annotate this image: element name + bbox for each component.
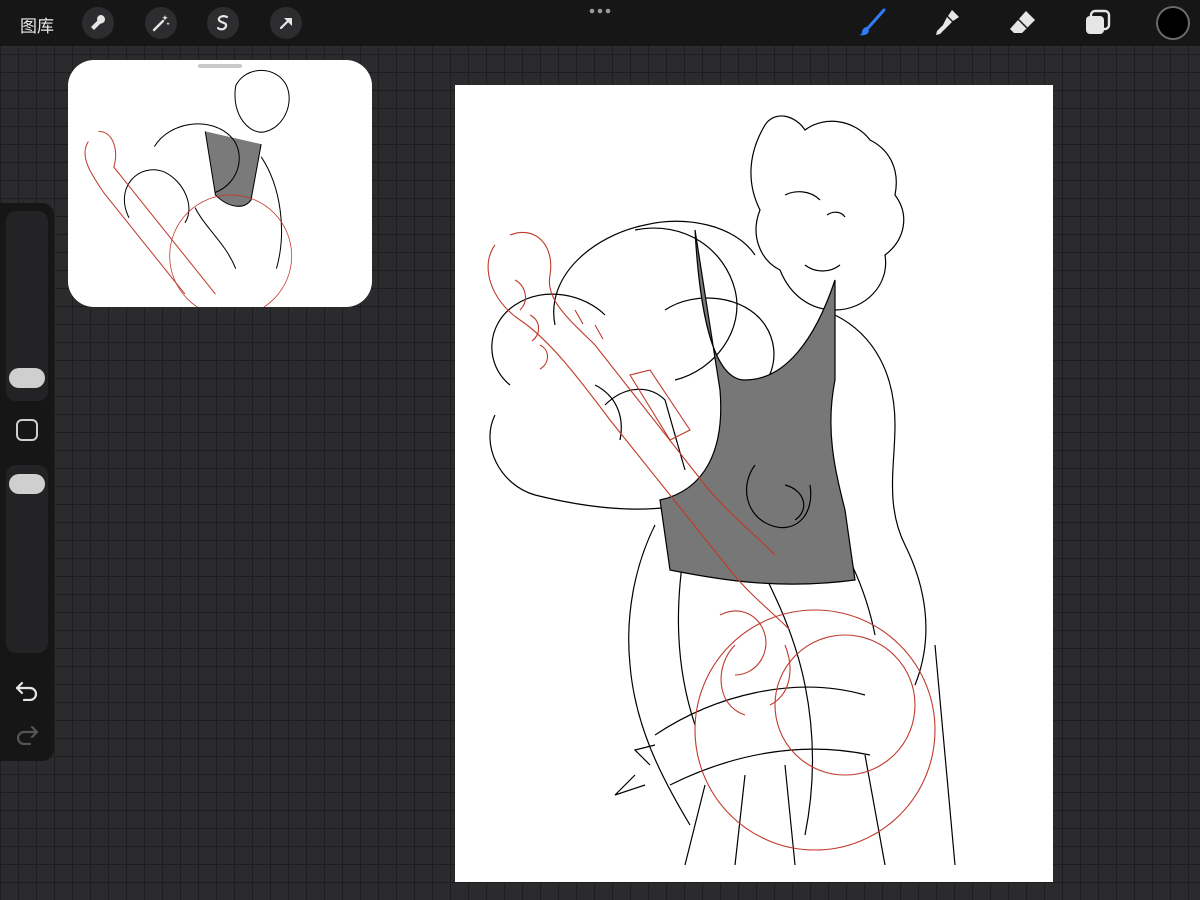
gallery-button[interactable]: 图库 <box>20 12 54 37</box>
brush-size-slider[interactable] <box>9 368 45 388</box>
brush-icon[interactable] <box>856 7 888 39</box>
magic-wand-icon[interactable] <box>145 7 177 39</box>
reference-window[interactable] <box>68 60 372 307</box>
color-picker-swatch[interactable] <box>1158 8 1188 38</box>
redo-icon[interactable] <box>14 723 40 745</box>
reference-thumbnail <box>84 70 293 307</box>
more-options-icon[interactable] <box>588 6 612 16</box>
artwork-lineart <box>487 115 956 866</box>
smudge-icon[interactable] <box>930 7 962 39</box>
reference-drag-handle[interactable] <box>198 64 242 68</box>
selection-icon[interactable] <box>207 7 239 39</box>
opacity-slider[interactable] <box>9 474 45 494</box>
drawing-canvas[interactable] <box>455 85 1053 882</box>
transform-arrow-icon[interactable] <box>270 7 302 39</box>
left-sidebar <box>0 203 54 761</box>
wrench-icon[interactable] <box>82 7 114 39</box>
modify-button[interactable] <box>16 419 38 441</box>
top-toolbar: 图库 <box>0 0 1200 46</box>
undo-icon[interactable] <box>14 679 40 701</box>
eraser-icon[interactable] <box>1006 7 1038 39</box>
layers-icon[interactable] <box>1082 7 1114 39</box>
